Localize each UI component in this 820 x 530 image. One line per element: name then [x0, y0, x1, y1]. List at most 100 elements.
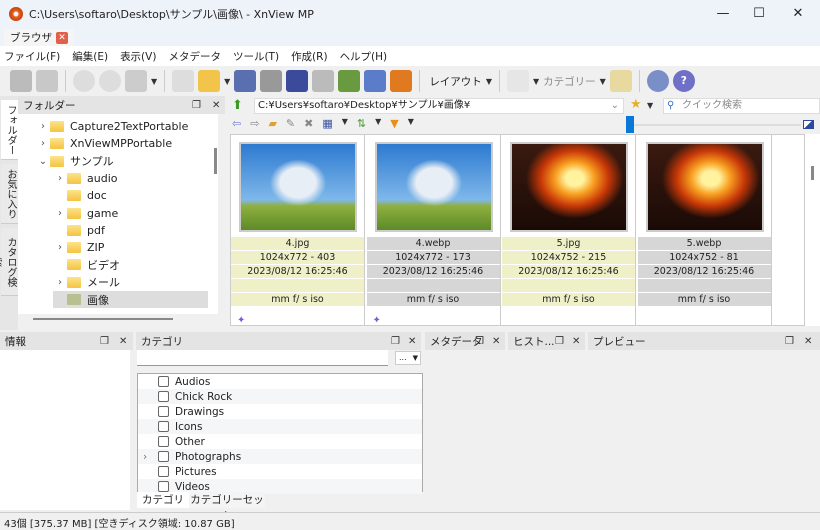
tree-scrollbar[interactable]: [214, 148, 217, 174]
thumbnail-image[interactable]: [510, 142, 628, 232]
thumbnail-size-slider[interactable]: [626, 124, 801, 126]
up-folder-icon[interactable]: ⬆: [232, 98, 243, 113]
chevron-right-icon[interactable]: ›: [53, 208, 67, 219]
category-checkbox[interactable]: [158, 481, 169, 492]
category-item[interactable]: Drawings: [138, 404, 422, 419]
folder-tree-item[interactable]: › game: [53, 205, 118, 222]
rating-star-icon[interactable]: ✦: [237, 315, 245, 326]
thumbnail-item[interactable]: 4.jpg 1024x772 - 403 2023/08/12 16:25:46…: [231, 135, 365, 326]
menu-help[interactable]: ヘルプ(H): [340, 49, 388, 64]
category-checkbox[interactable]: [158, 421, 169, 432]
menu-metadata[interactable]: メタデータ: [168, 49, 221, 64]
category-item[interactable]: Pictures: [138, 464, 422, 479]
metadata-panel-header[interactable]: メタデータ ❐ ✕: [425, 332, 505, 350]
rotate-right-icon[interactable]: [99, 70, 121, 92]
side-tab-favorites[interactable]: お気に入り: [1, 164, 18, 224]
chevron-right-icon[interactable]: ›: [53, 242, 67, 253]
slideshow-icon[interactable]: [390, 70, 413, 92]
capture-icon[interactable]: [364, 70, 387, 92]
path-input[interactable]: C:¥Users¥softaro¥Desktop¥サンプル¥画像¥ ⌄: [254, 98, 624, 114]
thumbnail-item[interactable]: 5.webp 1024x752 - 81 2023/08/12 16:25:46…: [637, 135, 772, 325]
close-icon[interactable]: ✕: [212, 100, 220, 111]
float-icon[interactable]: ❐: [475, 336, 484, 347]
transform-icon[interactable]: [125, 70, 147, 92]
properties-icon[interactable]: [172, 70, 195, 92]
menu-view[interactable]: 表示(V): [120, 49, 156, 64]
category-checkbox[interactable]: [158, 436, 169, 447]
folder-tree-item[interactable]: doc: [53, 187, 107, 204]
folder-tree-item[interactable]: › ZIP: [53, 239, 104, 256]
thumbnail-image[interactable]: [239, 142, 357, 232]
scanner-icon[interactable]: [286, 70, 309, 92]
folder-tree-item[interactable]: ⌄ サンプル: [36, 153, 114, 170]
favorite-star-icon[interactable]: ★: [630, 97, 642, 112]
rotate-left-icon[interactable]: [73, 70, 95, 92]
close-icon[interactable]: ✕: [804, 336, 812, 347]
sort-icon[interactable]: ⇅: [357, 117, 366, 130]
float-icon[interactable]: ❐: [555, 336, 564, 347]
chevron-right-icon[interactable]: ›: [53, 277, 67, 288]
back-icon[interactable]: ⇦: [232, 117, 241, 130]
category-item[interactable]: › Photographs: [138, 449, 422, 464]
category-checkbox[interactable]: [158, 451, 169, 462]
new-folder-icon[interactable]: ▰: [268, 117, 276, 130]
batch-icon[interactable]: [338, 70, 361, 92]
grid-scrollbar[interactable]: [805, 134, 820, 326]
menu-create[interactable]: 作成(R): [291, 49, 328, 64]
float-icon[interactable]: ❐: [785, 336, 794, 347]
history-panel-header[interactable]: ヒスト... ❐ ✕: [508, 332, 585, 350]
tab-category[interactable]: カテゴリ: [137, 492, 189, 508]
float-icon[interactable]: ❐: [100, 336, 109, 347]
forward-icon[interactable]: ⇨: [250, 117, 259, 130]
rating-star-icon[interactable]: ✦: [373, 315, 381, 326]
quick-search-input[interactable]: ⚲ クイック検索: [663, 98, 820, 114]
float-icon[interactable]: ❐: [391, 336, 400, 347]
chevron-right-icon[interactable]: ›: [53, 173, 67, 184]
fullscreen-icon[interactable]: [36, 70, 58, 92]
move-to-folder-icon[interactable]: [198, 70, 221, 92]
close-icon[interactable]: ✕: [572, 336, 580, 347]
tab-browser[interactable]: ブラウザ ✕: [4, 29, 74, 46]
rename-icon[interactable]: ✎: [286, 117, 295, 130]
category-filter-input[interactable]: [137, 350, 388, 366]
thumbnail-image[interactable]: [645, 142, 764, 232]
settings-gear-icon[interactable]: [646, 70, 669, 92]
category-checkbox[interactable]: [158, 406, 169, 417]
menu-edit[interactable]: 編集(E): [72, 49, 108, 64]
maximize-button[interactable]: ☐: [741, 0, 777, 28]
folder-tree-item[interactable]: › Capture2TextPortable: [36, 118, 188, 135]
thumbnail-item[interactable]: 4.webp 1024x772 - 173 2023/08/12 16:25:4…: [366, 135, 501, 326]
folder-tree-item[interactable]: ビデオ: [53, 256, 120, 273]
close-icon[interactable]: ✕: [492, 336, 500, 347]
close-tab-icon[interactable]: ✕: [56, 31, 68, 44]
restore-view-icon[interactable]: [803, 120, 814, 129]
menu-file[interactable]: ファイル(F): [4, 49, 60, 64]
minimize-button[interactable]: —: [705, 0, 741, 28]
category-checkbox[interactable]: [158, 391, 169, 402]
slider-handle[interactable]: [626, 116, 634, 133]
filter-icon[interactable]: ▼: [390, 117, 398, 130]
convert-icon[interactable]: [312, 70, 335, 92]
close-icon[interactable]: ✕: [119, 336, 127, 347]
view-icon[interactable]: [10, 70, 32, 92]
delete-icon[interactable]: ✖: [304, 117, 313, 130]
chevron-down-icon[interactable]: ⌄: [36, 156, 50, 167]
close-icon[interactable]: ✕: [408, 336, 416, 347]
tab-category-set[interactable]: カテゴリーセット: [189, 492, 265, 522]
chevron-right-icon[interactable]: ›: [36, 138, 50, 149]
side-tab-folders[interactable]: フォルダー: [1, 100, 18, 160]
side-tab-catalog-search[interactable]: カタログ検索: [0, 228, 18, 296]
folder-tree-item[interactable]: 画像: [53, 291, 208, 308]
category-item[interactable]: Icons: [138, 419, 422, 434]
category-more-button[interactable]: ... ▼: [395, 351, 421, 365]
chevron-right-icon[interactable]: ›: [143, 451, 147, 463]
folder-tree-item[interactable]: › XnViewMPPortable: [36, 135, 172, 152]
rating-icon[interactable]: [506, 70, 529, 92]
compare-icon[interactable]: [609, 70, 632, 92]
category-checkbox[interactable]: [158, 466, 169, 477]
folder-tree-item[interactable]: pdf: [53, 222, 105, 239]
category-item[interactable]: Other: [138, 434, 422, 449]
print-icon[interactable]: [260, 70, 283, 92]
layout-button[interactable]: レイアウト: [429, 74, 482, 89]
folder-tree-item[interactable]: › audio: [53, 170, 117, 187]
